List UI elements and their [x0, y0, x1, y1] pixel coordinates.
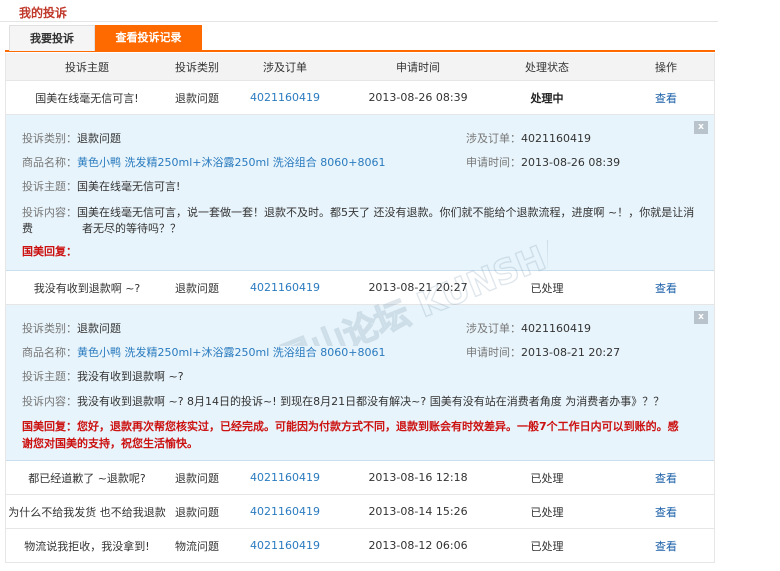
detail-time-label: 申请时间： — [466, 346, 521, 359]
complaint-time: 2013-08-26 08:39 — [368, 91, 468, 104]
view-link[interactable]: 查看 — [602, 461, 730, 494]
order-link[interactable]: 4021160419 — [226, 271, 344, 304]
complaint-type: 退款问题 — [175, 281, 219, 295]
detail-order-row: 涉及订单：4021160419 — [466, 130, 591, 146]
detail-type-label: 投诉类别： — [22, 322, 77, 335]
table-header: 投诉主题 投诉类别 涉及订单 申请时间 处理状态 操作 — [6, 53, 714, 81]
view-link[interactable]: 查看 — [602, 271, 730, 304]
detail-content-label: 投诉内容： — [22, 206, 77, 219]
detail-product-link[interactable]: 黄色小鸭 洗发精250ml+沐浴露250ml 洗浴组合 8060+8061 — [77, 156, 385, 169]
page-title-bar: 我的投诉 — [0, 0, 718, 22]
complaint-status: 已处理 — [530, 281, 564, 295]
detail-time-row: 申请时间：2013-08-26 08:39 — [466, 154, 620, 170]
detail-type-label: 投诉类别： — [22, 132, 77, 145]
complaint-subject: 物流说我拒收，我没拿到! — [24, 539, 150, 553]
view-link[interactable]: 查看 — [602, 495, 730, 528]
table-row: 都已经道歉了 ~退款呢? 退款问题 4021160419 2013-08-16 … — [6, 461, 714, 495]
complaint-subject: 为什么不给我发货 也不给我退款 — [8, 505, 166, 519]
detail-reply-label: 国美回复： — [22, 420, 77, 433]
tab-view-records[interactable]: 查看投诉记录 — [95, 25, 202, 51]
detail-subject-label: 投诉主题： — [22, 370, 77, 383]
detail-order-label: 涉及订单： — [466, 322, 521, 335]
page-title: 我的投诉 — [19, 6, 68, 20]
detail-order-value: 4021160419 — [521, 132, 591, 145]
complaint-status: 已处理 — [530, 539, 564, 553]
complaints-table: 投诉主题 投诉类别 涉及订单 申请时间 处理状态 操作 国美在线毫无信可言! 退… — [5, 53, 715, 563]
header-subject: 投诉主题 — [65, 60, 109, 74]
complaint-subject: 我没有收到退款啊 ~? — [33, 281, 141, 295]
order-link[interactable]: 4021160419 — [226, 461, 344, 494]
order-link[interactable]: 4021160419 — [226, 495, 344, 528]
detail-time-value: 2013-08-21 20:27 — [521, 346, 621, 359]
complaint-status: 已处理 — [530, 505, 564, 519]
header-status: 处理状态 — [525, 60, 569, 74]
tab-file-complaint[interactable]: 我要投诉 — [9, 25, 95, 51]
detail-content-label: 投诉内容： — [22, 395, 77, 408]
detail-type-row: 投诉类别：退款问题 — [22, 320, 698, 336]
detail-content-value: 我没有收到退款啊 ~? 8月14日的投诉~! 到现在8月21日都没有解决~? 国… — [77, 395, 665, 408]
detail-subject-row: 投诉主题：国美在线毫无信可言! — [22, 178, 698, 194]
detail-subject-value: 我没有收到退款啊 ~? — [77, 370, 184, 383]
header-operation: 操作 — [655, 60, 677, 74]
complaint-subject: 都已经道歉了 ~退款呢? — [28, 471, 146, 485]
detail-time-value: 2013-08-26 08:39 — [521, 156, 621, 169]
table-row: 物流说我拒收，我没拿到! 物流问题 4021160419 2013-08-12 … — [6, 529, 714, 563]
complaint-type: 退款问题 — [175, 91, 219, 105]
detail-product-label: 商品名称： — [22, 346, 77, 359]
detail-subject-value: 国美在线毫无信可言! — [77, 180, 181, 193]
detail-type-value: 退款问题 — [77, 322, 121, 335]
complaint-detail-panel: x 投诉类别：退款问题 涉及订单：4021160419 商品名称：黄色小鸭 洗发… — [6, 305, 714, 461]
table-row: 为什么不给我发货 也不给我退款 退款问题 4021160419 2013-08-… — [6, 495, 714, 529]
complaint-time: 2013-08-16 12:18 — [368, 471, 468, 484]
detail-reply-label: 国美回复： — [22, 245, 77, 258]
complaint-time: 2013-08-21 20:27 — [368, 281, 468, 294]
table-row: 国美在线毫无信可言! 退款问题 4021160419 2013-08-26 08… — [6, 81, 714, 115]
detail-product-label: 商品名称： — [22, 156, 77, 169]
detail-subject-label: 投诉主题： — [22, 180, 77, 193]
complaint-status: 处理中 — [530, 91, 564, 105]
detail-reply-cont: 谢您对国美的支持，祝您生活愉快。 — [22, 435, 698, 451]
detail-order-value: 4021160419 — [521, 322, 591, 335]
detail-type-value: 退款问题 — [77, 132, 121, 145]
detail-content-cont: 者无尽的等待吗？？ — [82, 222, 181, 235]
complaint-subject: 国美在线毫无信可言! — [35, 91, 139, 105]
view-link[interactable]: 查看 — [602, 529, 730, 562]
complaint-status: 已处理 — [530, 471, 564, 485]
detail-time-row: 申请时间：2013-08-21 20:27 — [466, 344, 620, 360]
detail-time-label: 申请时间： — [466, 156, 521, 169]
detail-subject-row: 投诉主题：我没有收到退款啊 ~? — [22, 368, 698, 384]
table-row: 我没有收到退款啊 ~? 退款问题 4021160419 2013-08-21 2… — [6, 271, 714, 305]
detail-order-label: 涉及订单： — [466, 132, 521, 145]
detail-reply-text-cont: 谢您对国美的支持，祝您生活愉快。 — [22, 437, 198, 450]
detail-content-row: 投诉内容：我没有收到退款啊 ~? 8月14日的投诉~! 到现在8月21日都没有解… — [22, 393, 698, 409]
view-link[interactable]: 查看 — [602, 81, 730, 114]
detail-type-row: 投诉类别：退款问题 — [22, 130, 698, 146]
header-time: 申请时间 — [396, 60, 440, 74]
complaint-time: 2013-08-12 06:06 — [368, 539, 468, 552]
complaint-type: 物流问题 — [175, 539, 219, 553]
complaint-type: 退款问题 — [175, 471, 219, 485]
detail-reply-text: 您好，退款再次帮您核实过，已经完成。可能因为付款方式不同，退款到账会有时效差异。… — [77, 420, 679, 433]
header-order: 涉及订单 — [263, 60, 307, 74]
complaint-detail-panel: x 投诉类别：退款问题 涉及订单：4021160419 商品名称：黄色小鸭 洗发… — [6, 115, 714, 271]
tab-bar: 我要投诉 查看投诉记录 — [5, 25, 715, 52]
header-type: 投诉类别 — [175, 60, 219, 74]
complaint-time: 2013-08-14 15:26 — [368, 505, 468, 518]
detail-order-row: 涉及订单：4021160419 — [466, 320, 591, 336]
detail-product-link[interactable]: 黄色小鸭 洗发精250ml+沐浴露250ml 洗浴组合 8060+8061 — [77, 346, 385, 359]
complaint-type: 退款问题 — [175, 505, 219, 519]
order-link[interactable]: 4021160419 — [226, 529, 344, 562]
order-link[interactable]: 4021160419 — [226, 81, 344, 114]
detail-reply-row: 国美回复：您好，退款再次帮您核实过，已经完成。可能因为付款方式不同，退款到账会有… — [22, 418, 698, 434]
detail-reply-row: 国美回复： — [22, 243, 698, 259]
